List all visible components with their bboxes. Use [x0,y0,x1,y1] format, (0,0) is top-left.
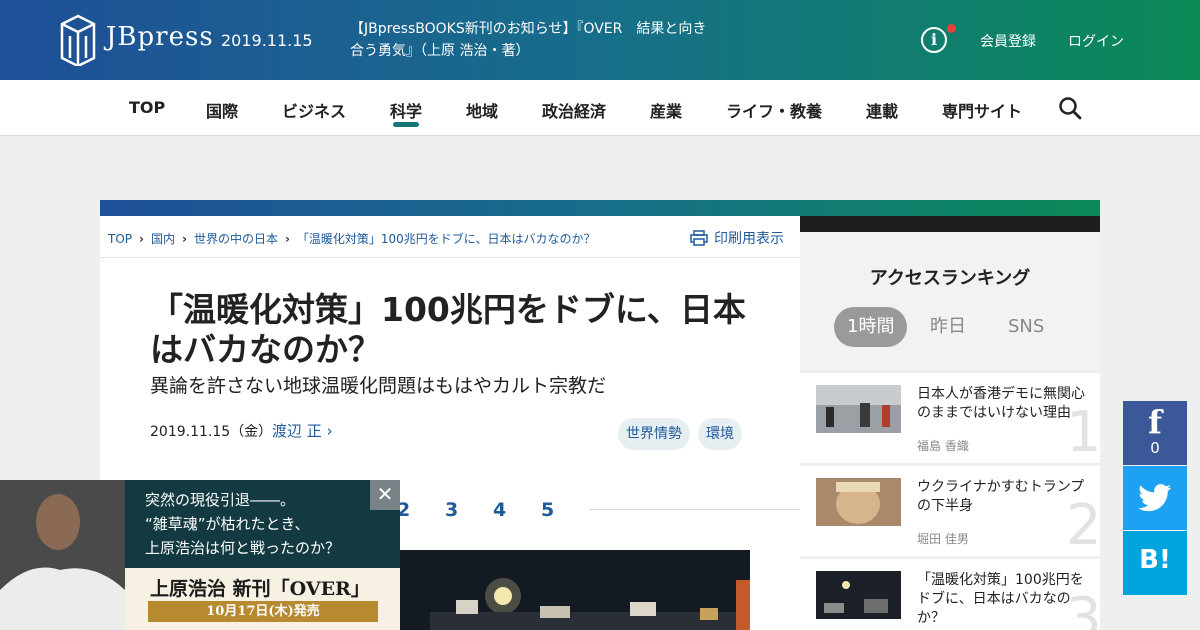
ranking-item[interactable]: 「温暖化対策」100兆円をドブに、日本はバカなのか？ 3 [800,559,1102,630]
register-link[interactable]: 会員登録 [980,31,1036,51]
ad-portrait-image [0,480,125,630]
nav-item-industry[interactable]: 産業 [650,98,682,122]
facebook-share-button[interactable]: f 0 [1123,401,1187,465]
print-button[interactable]: 印刷用表示 [690,228,784,248]
print-label: 印刷用表示 [714,231,784,247]
facebook-icon: f [1148,403,1162,441]
ad-book-band: 上原浩治 新刊「OVER」 10月17日(木)発売 [125,568,400,630]
ad-copy-line: 上原浩治は何と戦ったのか？ [145,539,341,557]
breadcrumb-domestic[interactable]: 国内 [151,232,175,246]
hatena-bookmark-icon: B! [1139,545,1171,575]
author-link[interactable]: 渡辺 正 › [272,420,333,441]
chevron-right-icon: › [326,422,333,440]
info-icon[interactable]: i [921,27,947,53]
twitter-bird-icon [1138,484,1172,512]
facebook-share-count: 0 [1150,439,1160,457]
ranking-item[interactable]: ウクライナかすむトランプの下半身 堀田 佳男 2 [800,466,1102,558]
breadcrumb-current[interactable]: 「温暖化対策」100兆円をドブに、日本はバカなのか？ [297,232,596,246]
tag-world-affairs[interactable]: 世界情勢 [618,418,690,450]
login-link[interactable]: ログイン [1068,31,1124,51]
ranking-thumbnail [816,571,901,619]
main-nav: TOP 国際 ビジネス 科学 地域 政治経済 産業 ライフ・教養 連載 専門サイ… [0,80,1200,136]
article-date: 2019.11.15（金） [150,424,273,440]
page-link-5[interactable]: 5 [541,499,554,521]
site-header: JBpress 2019.11.15 【JBpressBOOKS新刊のお知らせ】… [0,0,1200,80]
ad-book-title: 上原浩治 新刊「OVER」 [150,578,370,600]
page-link-4[interactable]: 4 [493,499,506,521]
jbpress-logo-icon[interactable] [58,14,98,66]
breadcrumb-japan-in-world[interactable]: 世界の中の日本 [194,232,278,246]
author-name: 渡辺 正 [272,422,322,440]
article-subtitle: 異論を許さない地球温暖化問題はもはやカルト宗教だ [150,375,607,397]
ranking-title: アクセスランキング [869,268,1031,289]
ranking-item-author: 堀田 佳男 [917,532,969,546]
nav-item-special-sites[interactable]: 専門サイト [942,98,1022,122]
nav-item-life-culture[interactable]: ライフ・教養 [726,98,822,122]
printer-icon [690,230,708,246]
ranking-panel: アクセスランキング 1時間 昨日 SNS [800,232,1100,370]
article-hero-image [400,550,750,630]
logo-text[interactable]: JBpress [106,22,214,52]
tab-yesterday[interactable]: 昨日 [930,307,966,347]
header-date: 2019.11.15 [221,31,313,50]
nav-item-top[interactable]: TOP [129,98,165,117]
ranking-item[interactable]: 日本人が香港デモに無関心のままではいけない理由 福島 香織 1 [800,373,1102,465]
breadcrumb-separator: › [139,232,144,246]
tag-environment[interactable]: 環境 [698,418,742,450]
breadcrumb-top[interactable]: TOP [108,232,132,246]
close-icon[interactable]: ✕ [370,480,400,510]
breadcrumb: TOP › 国内 › 世界の中の日本 › 「温暖化対策」100兆円をドブに、日本はバカなのか… [108,230,595,247]
ranking-number: 3 [1066,586,1102,630]
ranking-number: 1 [1066,400,1102,465]
book-notice-link[interactable]: 【JBpressBOOKS新刊のお知らせ】『OVER 結果と向き合う勇気』（上原… [350,18,710,62]
ad-copy-line: 突然の現役引退――。 [145,491,296,509]
article-top-strip [100,200,1100,216]
ranking-number: 2 [1066,493,1102,558]
nav-item-business[interactable]: ビジネス [282,98,346,122]
twitter-share-button[interactable] [1123,466,1187,530]
nav-item-politics-economy[interactable]: 政治経済 [542,98,606,122]
search-icon[interactable] [1058,96,1082,120]
sidebar-top-bar [800,216,1100,232]
ad-copy: 突然の現役引退――。 “雑草魂”が枯れたとき、 上原浩治は何と戦ったのか？ [145,488,340,560]
nav-item-series[interactable]: 連載 [866,98,898,122]
page-link-3[interactable]: 3 [445,499,458,521]
hatena-bookmark-button[interactable]: B! [1123,531,1187,595]
ranking-item-author: 福島 香織 [917,439,969,453]
article-title: 「温暖化対策」100兆円をドブに、日本はバカなのか？ [150,290,746,369]
divider [100,257,800,258]
nav-item-science[interactable]: 科学 [390,98,422,122]
notification-dot [947,24,956,33]
nav-item-international[interactable]: 国際 [206,98,238,122]
tab-sns[interactable]: SNS [1008,307,1044,347]
nav-active-indicator [393,122,419,127]
tab-1-hour[interactable]: 1時間 [834,307,908,347]
ad-copy-line: “雑草魂”が枯れたとき、 [145,515,310,533]
breadcrumb-separator: › [284,232,290,246]
breadcrumb-separator: › [181,232,187,246]
ranking-thumbnail [816,478,901,526]
book-ad[interactable]: 突然の現役引退――。 “雑草魂”が枯れたとき、 上原浩治は何と戦ったのか？ 上原… [0,480,400,630]
pager-divider [590,509,800,510]
ranking-thumbnail [816,385,901,433]
ad-release-date: 10月17日(木)発売 [148,601,378,622]
nav-item-region[interactable]: 地域 [466,98,498,122]
